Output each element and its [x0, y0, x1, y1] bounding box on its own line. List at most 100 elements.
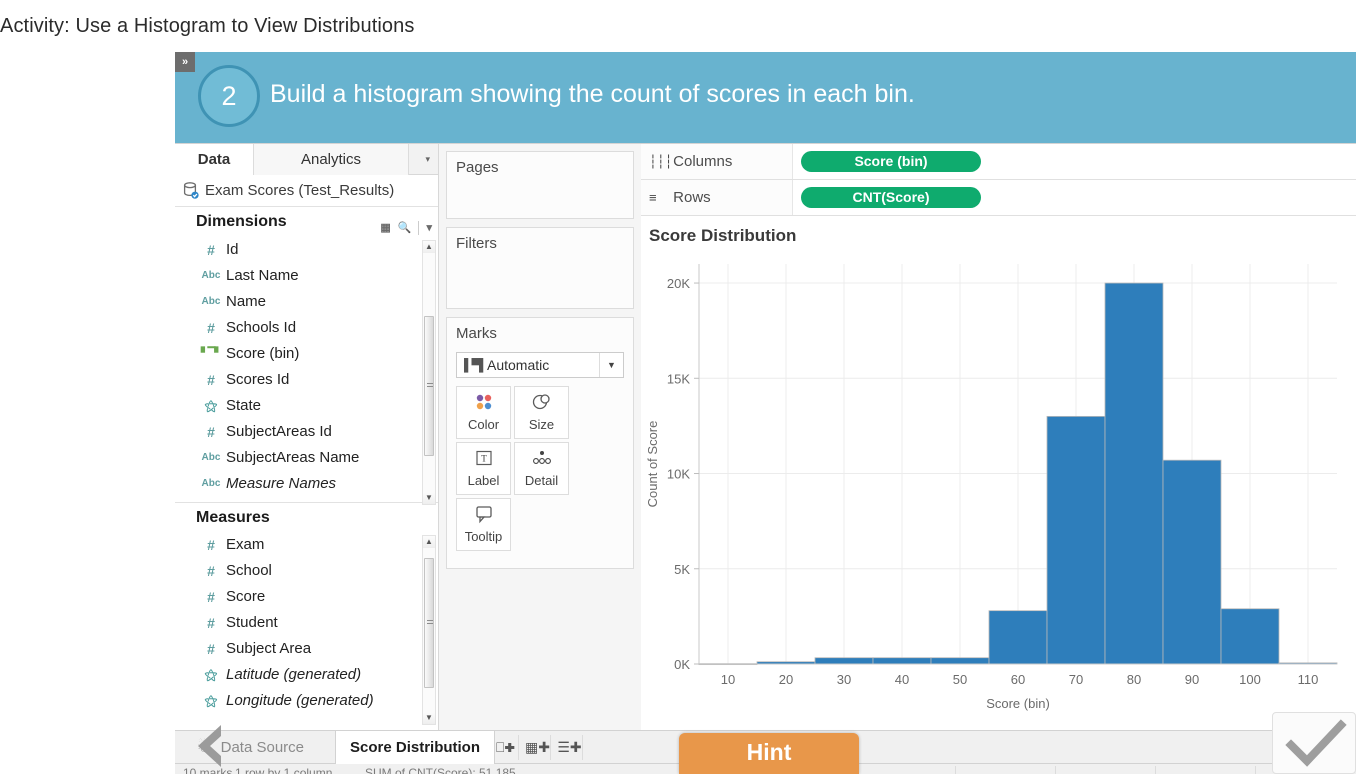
dimension-subjectareas-name[interactable]: Abc SubjectAreas Name [175, 445, 438, 471]
tab-score-distribution[interactable]: Score Distribution [335, 731, 496, 764]
marks-label-button[interactable]: T Label [456, 442, 511, 495]
dimension-schools-id[interactable]: # Schools Id [175, 315, 438, 341]
instruction-banner: » 2 Build a histogram showing the count … [175, 52, 1356, 143]
columns-shelf-label: ┆┆┆ Columns [641, 144, 793, 179]
mark-type-dropdown[interactable]: ▌▀▌ Automatic ▼ [456, 352, 624, 378]
scrollbar-thumb[interactable] [424, 316, 434, 456]
pages-card[interactable]: Pages [446, 151, 634, 219]
rows-shelf[interactable]: ≡ Rows CNT(Score) [641, 180, 1356, 216]
histogram-bar[interactable] [1046, 415, 1106, 665]
color-dots-icon [457, 387, 510, 417]
chevron-down-icon[interactable]: ▼ [599, 353, 623, 377]
number-field-icon: # [207, 615, 215, 632]
dimension-last-name[interactable]: Abc Last Name [175, 263, 438, 289]
field-label: Id [226, 241, 239, 259]
y-tick-label: 20K [667, 276, 690, 291]
geo-field-icon: ⚝ [204, 667, 218, 683]
marks-detail-label: Detail [524, 473, 559, 488]
measure-subject-area[interactable]: # Subject Area [175, 636, 438, 662]
tab-data[interactable]: Data [175, 144, 253, 175]
dimension-state[interactable]: ⚝ State [175, 393, 438, 419]
marks-color-button[interactable]: Color [456, 386, 511, 439]
dimension-score-bin-[interactable]: ▘▔▘ Score (bin) [175, 341, 438, 367]
columns-shelf[interactable]: ┆┆┆ Columns Score (bin) [641, 144, 1356, 180]
measures-scrollbar[interactable]: ▲ ▼ [422, 535, 436, 725]
measure-school[interactable]: # School [175, 558, 438, 584]
histogram-bar[interactable] [930, 657, 990, 665]
x-tick-label: 10 [721, 672, 735, 687]
data-pane: Data Analytics ▾ Exam Scores (Test_Resul… [175, 144, 439, 730]
x-tick-label: 90 [1185, 672, 1199, 687]
data-source-name: Exam Scores (Test_Results) [205, 182, 395, 199]
status-rows-cols: 1 row by 1 column [235, 766, 333, 774]
field-label: Latitude (generated) [226, 666, 362, 684]
marks-tooltip-button[interactable]: Tooltip [456, 498, 511, 551]
scrollbar-thumb[interactable] [424, 558, 434, 688]
measure-latitude-generated-[interactable]: ⚝ Latitude (generated) [175, 662, 438, 688]
histogram-bar[interactable] [1162, 459, 1222, 665]
number-field-icon: # [207, 563, 215, 580]
text-field-icon: Abc [201, 478, 221, 490]
measure-longitude-generated-[interactable]: ⚝ Longitude (generated) [175, 688, 438, 714]
histogram-bar[interactable] [872, 657, 932, 665]
new-story-icon[interactable]: ☰✚ [557, 735, 583, 760]
dimension-subjectareas-id[interactable]: # SubjectAreas Id [175, 419, 438, 445]
measures-list[interactable]: # Exam # School # Score # Student # Subject Area ⚝… [175, 532, 438, 722]
histogram-svg[interactable]: 0K 5K 10K 15K 20K 10 20 30 40 50 60 70 80 90 100 110 Sco… [641, 252, 1347, 722]
data-source-item[interactable]: Exam Scores (Test_Results) [175, 175, 438, 207]
field-label: Last Name [226, 267, 299, 285]
scroll-up-icon[interactable]: ▲ [423, 241, 435, 253]
rows-shelf-label: ≡ Rows [641, 180, 793, 215]
instruction-text: Build a histogram showing the count of s… [270, 80, 915, 108]
number-field-icon: # [207, 424, 215, 441]
measure-exam[interactable]: # Exam [175, 532, 438, 558]
number-field-icon: # [207, 641, 215, 658]
dimension-name[interactable]: Abc Name [175, 289, 438, 315]
field-label: Measure Names [226, 475, 337, 493]
dimension-id[interactable]: # Id [175, 237, 438, 263]
scroll-up-icon[interactable]: ▲ [423, 536, 435, 548]
marks-size-button[interactable]: Size [514, 386, 569, 439]
number-field-icon: # [207, 537, 215, 554]
filters-card[interactable]: Filters [446, 227, 634, 309]
histogram-bar[interactable] [1220, 608, 1280, 665]
worksheet-title: Score Distribution [649, 226, 797, 245]
dimension-scores-id[interactable]: # Scores Id [175, 367, 438, 393]
hint-button[interactable]: Hint [679, 733, 859, 774]
histogram-bar[interactable] [814, 657, 874, 665]
detail-dots-icon [515, 443, 568, 473]
dimensions-list[interactable]: # Id Abc Last Name Abc Name # Schools Id ▘▔▘ Scor… [175, 237, 438, 502]
text-field-icon: Abc [201, 452, 221, 464]
dimensions-scrollbar[interactable]: ▲ ▼ [422, 240, 436, 505]
rows-icon: ≡ [649, 190, 657, 205]
pill-cnt-score[interactable]: CNT(Score) [801, 187, 981, 208]
check-answer-button[interactable] [1272, 712, 1356, 774]
size-shape-icon [515, 387, 568, 417]
measure-student[interactable]: # Student [175, 610, 438, 636]
activity-page: Activity: Use a Histogram to View Distri… [0, 0, 1356, 774]
measure-score[interactable]: # Score [175, 584, 438, 610]
histogram-chart[interactable]: 0K 5K 10K 15K 20K 10 20 30 40 50 60 70 80 90 100 110 Sco… [641, 252, 1348, 722]
histogram-bar[interactable] [988, 610, 1048, 665]
collapse-banner-button[interactable]: » [175, 52, 195, 72]
new-dashboard-icon[interactable]: ▦✚ [525, 735, 551, 760]
svg-text:T: T [481, 454, 487, 464]
field-label: State [226, 397, 262, 415]
new-worksheet-icon[interactable]: ⎕✚ [493, 735, 519, 760]
x-tick-label: 100 [1239, 672, 1261, 687]
field-label: SubjectAreas Id [226, 423, 332, 441]
scroll-down-icon[interactable]: ▼ [423, 492, 435, 504]
field-label: Scores Id [226, 371, 290, 389]
tableau-window: Data Analytics ▾ Exam Scores (Test_Resul… [175, 143, 1356, 774]
marks-color-label: Color [467, 417, 500, 432]
sort-caret-icon[interactable]: ▾ [425, 152, 430, 166]
histogram-bar[interactable] [1104, 282, 1164, 665]
status-sum: SUM of CNT(Score): 51,185 [365, 766, 516, 774]
previous-step-button[interactable] [183, 718, 239, 774]
pill-score-bin[interactable]: Score (bin) [801, 151, 981, 172]
mark-buttons: Color Size T Label Detail Tooltip [456, 386, 624, 551]
scroll-down-icon[interactable]: ▼ [423, 712, 435, 724]
tab-analytics[interactable]: Analytics [253, 144, 409, 175]
marks-detail-button[interactable]: Detail [514, 442, 569, 495]
dimension-measure-names[interactable]: Abc Measure Names [175, 471, 438, 497]
